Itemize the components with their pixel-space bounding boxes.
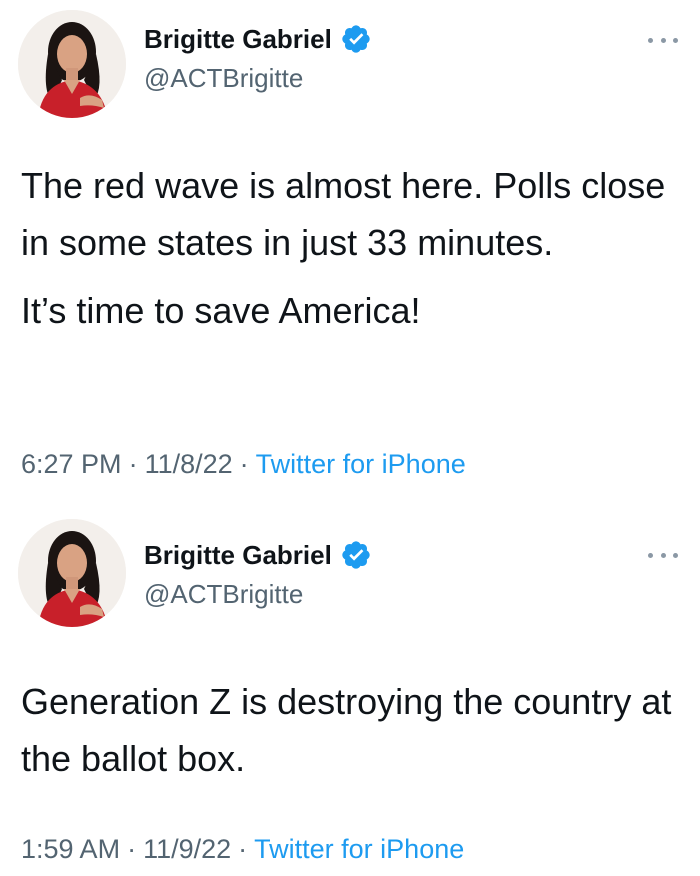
tweet-paragraph: Generation Z is destroying the country a…: [21, 681, 672, 779]
avatar-photo: [18, 519, 126, 627]
separator: ·: [238, 834, 248, 864]
tweet-paragraph: The red wave is almost here. Polls close…: [21, 165, 666, 263]
author-name-row[interactable]: Brigitte Gabriel: [144, 22, 372, 56]
display-name[interactable]: Brigitte Gabriel: [144, 538, 332, 572]
separator: ·: [128, 449, 138, 479]
avatar[interactable]: [18, 10, 126, 118]
user-handle[interactable]: @ACTBrigitte: [144, 577, 303, 611]
separator: ·: [239, 449, 249, 479]
tweet: Brigitte Gabriel @ACTBrigitte The red wa…: [0, 0, 700, 505]
tweet-time[interactable]: 6:27 PM: [21, 449, 122, 479]
author-name-row[interactable]: Brigitte Gabriel: [144, 538, 372, 572]
tweet-source-link[interactable]: Twitter for iPhone: [256, 449, 466, 479]
tweet-source-link[interactable]: Twitter for iPhone: [254, 834, 464, 864]
tweet-text: The red wave is almost here. Polls close…: [21, 157, 691, 339]
avatar[interactable]: [18, 519, 126, 627]
tweet-date[interactable]: 11/8/22: [145, 449, 233, 479]
more-options-icon[interactable]: [648, 35, 678, 45]
tweet-time[interactable]: 1:59 AM: [21, 834, 120, 864]
verified-badge-icon: [340, 539, 372, 571]
avatar-photo: [18, 10, 126, 118]
more-options-icon[interactable]: [648, 550, 678, 560]
user-handle[interactable]: @ACTBrigitte: [144, 61, 303, 95]
separator: ·: [127, 834, 137, 864]
tweet-metadata: 1:59 AM · 11/9/22 · Twitter for iPhone: [21, 832, 464, 866]
tweet-metadata: 6:27 PM · 11/8/22 · Twitter for iPhone: [21, 447, 466, 481]
tweet-text: Generation Z is destroying the country a…: [21, 673, 691, 787]
display-name[interactable]: Brigitte Gabriel: [144, 22, 332, 56]
tweet-date[interactable]: 11/9/22: [143, 834, 231, 864]
tweet: Brigitte Gabriel @ACTBrigitte Generation…: [0, 505, 700, 876]
verified-badge-icon: [340, 23, 372, 55]
tweet-paragraph: It’s time to save America!: [21, 290, 421, 331]
